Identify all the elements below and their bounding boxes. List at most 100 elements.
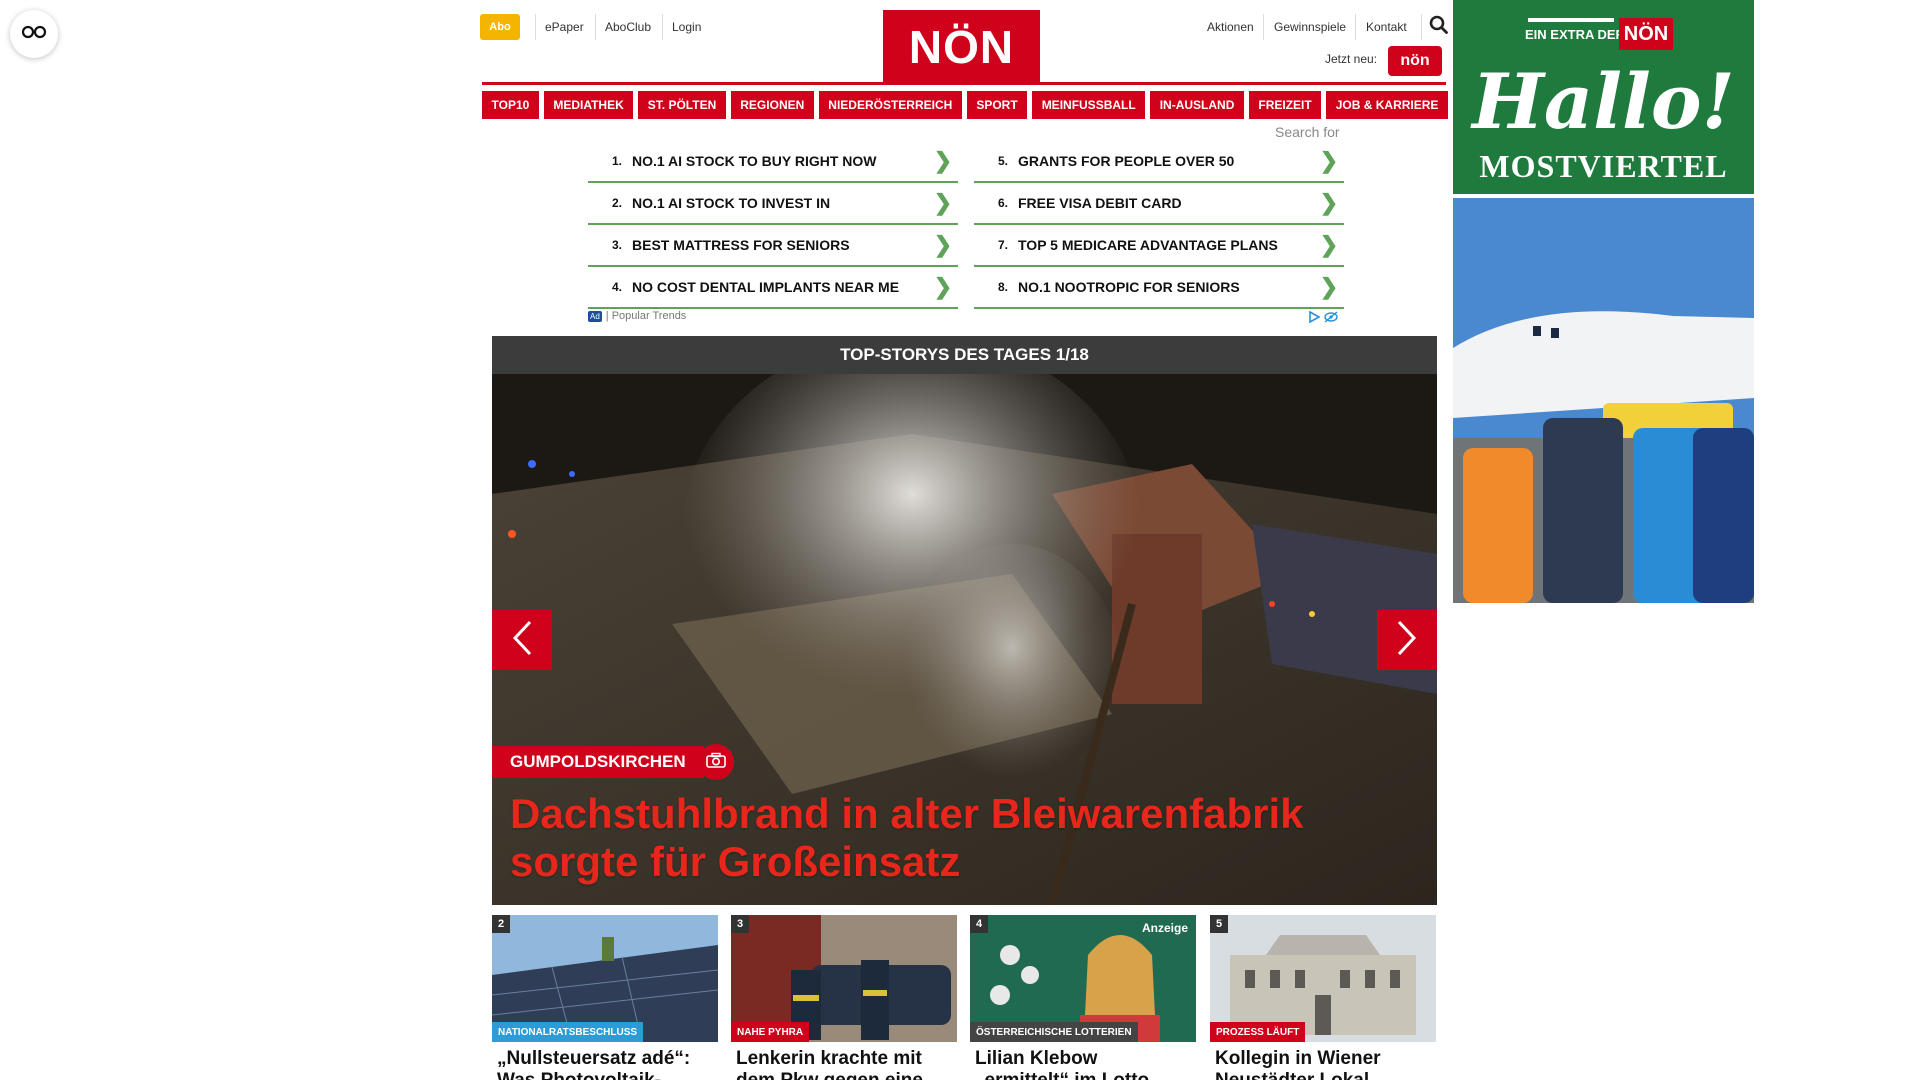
ad-link[interactable]: 1. NO.1 AI STOCK TO BUY RIGHT NOW ❯: [588, 141, 958, 183]
hallo-mostviertel-ad[interactable]: EIN EXTRA DER NÖN Hallo! MOSTVIERTEL: [1453, 0, 1754, 194]
ad-number: 7.: [997, 238, 1008, 252]
nav-item-niederoesterreich[interactable]: NIEDERÖSTERREICH: [818, 91, 962, 119]
adchoices-icon: [1308, 310, 1321, 328]
ad-link[interactable]: 5. GRANTS FOR PEOPLE OVER 50 ❯: [974, 141, 1344, 183]
chevron-left-icon: [511, 619, 533, 662]
login-link[interactable]: Login: [662, 14, 710, 40]
chevron-right-icon: [1396, 619, 1418, 662]
nav-item-top10[interactable]: TOP10: [482, 91, 539, 119]
ad-badge: Ad: [588, 310, 602, 322]
jetzt-neu-badge[interactable]: nön: [1388, 46, 1442, 76]
ad-non-logo: NÖN: [1619, 18, 1673, 50]
epaper-link[interactable]: ePaper: [535, 14, 593, 40]
hero-category-badge[interactable]: GUMPOLDSKIRCHEN: [492, 746, 704, 778]
ad-bar: [1528, 18, 1614, 22]
ad-text: NO.1 AI STOCK TO INVEST IN: [632, 195, 831, 211]
gallery-badge: [698, 744, 734, 780]
ad-text: NO COST DENTAL IMPLANTS NEAR ME: [632, 279, 900, 295]
glasses-icon: [21, 25, 47, 44]
story-image: 3 NAHE PYHRA: [731, 915, 957, 1042]
aktionen-link[interactable]: Aktionen: [1197, 14, 1264, 40]
chevron-right-icon: ❯: [1319, 274, 1339, 299]
chevron-right-icon: ❯: [933, 274, 953, 299]
ad-text: NO.1 NOOTROPIC FOR SENIORS: [1018, 279, 1240, 295]
nav-divider: [482, 82, 1446, 85]
ad-link[interactable]: 4. NO COST DENTAL IMPLANTS NEAR ME ❯: [588, 267, 958, 309]
ad-number: 6.: [997, 196, 1008, 210]
ad-link[interactable]: 8. NO.1 NOOTROPIC FOR SENIORS ❯: [974, 267, 1344, 309]
story-number: 3: [731, 915, 749, 933]
ad-provider-label: | Popular Trends: [605, 310, 687, 322]
non-logo[interactable]: NÖN: [883, 10, 1040, 83]
story-card[interactable]: 5 PROZESS LÄUFT Kollegin in Wiener Neust…: [1210, 915, 1436, 1080]
story-title: Kollegin in Wiener Neustädter Lokal sexu…: [1215, 1048, 1381, 1080]
aboclub-link[interactable]: AboClub: [595, 14, 660, 40]
story-card[interactable]: 2 NATIONALRATSBESCHLUSS „Nullsteuersatz …: [492, 915, 718, 1080]
search-icon: [1429, 15, 1448, 39]
ad-text: TOP 5 MEDICARE ADVANTAGE PLANS: [1018, 237, 1278, 253]
chevron-right-icon: ❯: [1319, 148, 1339, 173]
ad-list-right: 5. GRANTS FOR PEOPLE OVER 50 ❯ 6. FREE VISA…: [974, 141, 1344, 309]
ad-airport-image[interactable]: [1453, 198, 1754, 603]
story-number: 2: [492, 915, 510, 933]
story-image: 2 NATIONALRATSBESCHLUSS: [492, 915, 718, 1042]
ad-link[interactable]: 6. FREE VISA DEBIT CARD ❯: [974, 183, 1344, 225]
story-category: NAHE PYHRA: [731, 1022, 810, 1042]
story-category: NATIONALRATSBESCHLUSS: [492, 1022, 644, 1042]
ad-link[interactable]: 2. NO.1 AI STOCK TO INVEST IN ❯: [588, 183, 958, 225]
ad-text: GRANTS FOR PEOPLE OVER 50: [1018, 153, 1235, 169]
chevron-right-icon: ❯: [933, 148, 953, 173]
nav-item-in-ausland[interactable]: IN-AUSLAND: [1150, 91, 1244, 119]
ad-subline: MOSTVIERTEL: [1479, 148, 1728, 184]
story-card[interactable]: 3 NAHE PYHRA Lenkerin krachte mit dem Pk…: [731, 915, 957, 1080]
ad-text: FREE VISA DEBIT CARD: [1018, 195, 1182, 211]
ad-extra-label: EIN EXTRA DER: [1525, 27, 1625, 42]
story-number: 5: [1210, 915, 1228, 933]
reader-mode-button[interactable]: [10, 10, 58, 58]
story-number: 4: [970, 915, 988, 933]
ad-list-left: 1. NO.1 AI STOCK TO BUY RIGHT NOW ❯ 2. NO.1…: [588, 141, 958, 309]
nav-item-sport[interactable]: SPORT: [966, 91, 1028, 119]
carousel-next-button[interactable]: [1377, 610, 1437, 670]
story-image: 5 PROZESS LÄUFT: [1210, 915, 1436, 1042]
story-card[interactable]: 4 Anzeige ÖSTERREICHISCHE LOTTERIEN Lili…: [970, 915, 1196, 1080]
ad-link[interactable]: 3. BEST MATTRESS FOR SENIORS ❯: [588, 225, 958, 267]
ad-text: BEST MATTRESS FOR SENIORS: [632, 237, 850, 253]
chevron-right-icon: ❯: [1319, 232, 1339, 257]
nav-item-meinfussball[interactable]: MEINFUSSBALL: [1032, 91, 1146, 119]
nav-item-freizeit[interactable]: FREIZEIT: [1248, 91, 1322, 119]
nav-item-st-poelten[interactable]: ST. PÖLTEN: [638, 91, 726, 119]
ad-link[interactable]: 7. TOP 5 MEDICARE ADVANTAGE PLANS ❯: [974, 225, 1344, 267]
hero-headline[interactable]: Dachstuhlbrand in alter Bleiwarenfabrik …: [510, 790, 1410, 886]
ad-headline: Hallo!: [1472, 57, 1735, 146]
jetzt-neu-label: Jetzt neu:: [1325, 52, 1378, 66]
nav-item-job-karriere[interactable]: JOB & KARRIERE: [1326, 91, 1448, 119]
kontakt-link[interactable]: Kontakt: [1355, 14, 1417, 40]
chevron-right-icon: ❯: [933, 190, 953, 215]
ad-footer: Ad | Popular Trends: [588, 310, 686, 322]
ad-number: 4.: [611, 280, 622, 294]
search-button[interactable]: [1421, 14, 1448, 40]
story-category: PROZESS LÄUFT: [1210, 1022, 1306, 1042]
ad-choices[interactable]: [1308, 310, 1338, 328]
ad-number: 1.: [611, 154, 622, 168]
sponsored-label: Anzeige: [1141, 921, 1188, 935]
nav-item-regionen[interactable]: REGIONEN: [730, 91, 814, 119]
ad-number: 8.: [997, 280, 1008, 294]
main-nav: TOP10 MEDIATHEK ST. PÖLTEN REGIONEN NIED…: [482, 91, 1448, 119]
chevron-right-icon: ❯: [933, 232, 953, 257]
hide-ad-icon: [1324, 310, 1338, 328]
carousel-prev-button[interactable]: [492, 610, 552, 670]
story-title: Lilian Klebow „ermittelt“ im Lotto Studi…: [975, 1048, 1149, 1080]
nav-item-mediathek[interactable]: MEDIATHEK: [543, 91, 634, 119]
chevron-right-icon: ❯: [1319, 190, 1339, 215]
camera-icon: [706, 752, 726, 773]
story-title: Lenkerin krachte mit dem Pkw gegen eine: [736, 1048, 923, 1080]
ad-number: 5.: [997, 154, 1008, 168]
ad-text: NO.1 AI STOCK TO BUY RIGHT NOW: [632, 153, 877, 169]
abo-button[interactable]: Abo: [480, 14, 520, 40]
ad-number: 2.: [611, 196, 622, 210]
story-category: ÖSTERREICHISCHE LOTTERIEN: [970, 1022, 1138, 1042]
gewinnspiele-link[interactable]: Gewinnspiele: [1263, 14, 1356, 40]
story-image: 4 Anzeige ÖSTERREICHISCHE LOTTERIEN: [970, 915, 1196, 1042]
